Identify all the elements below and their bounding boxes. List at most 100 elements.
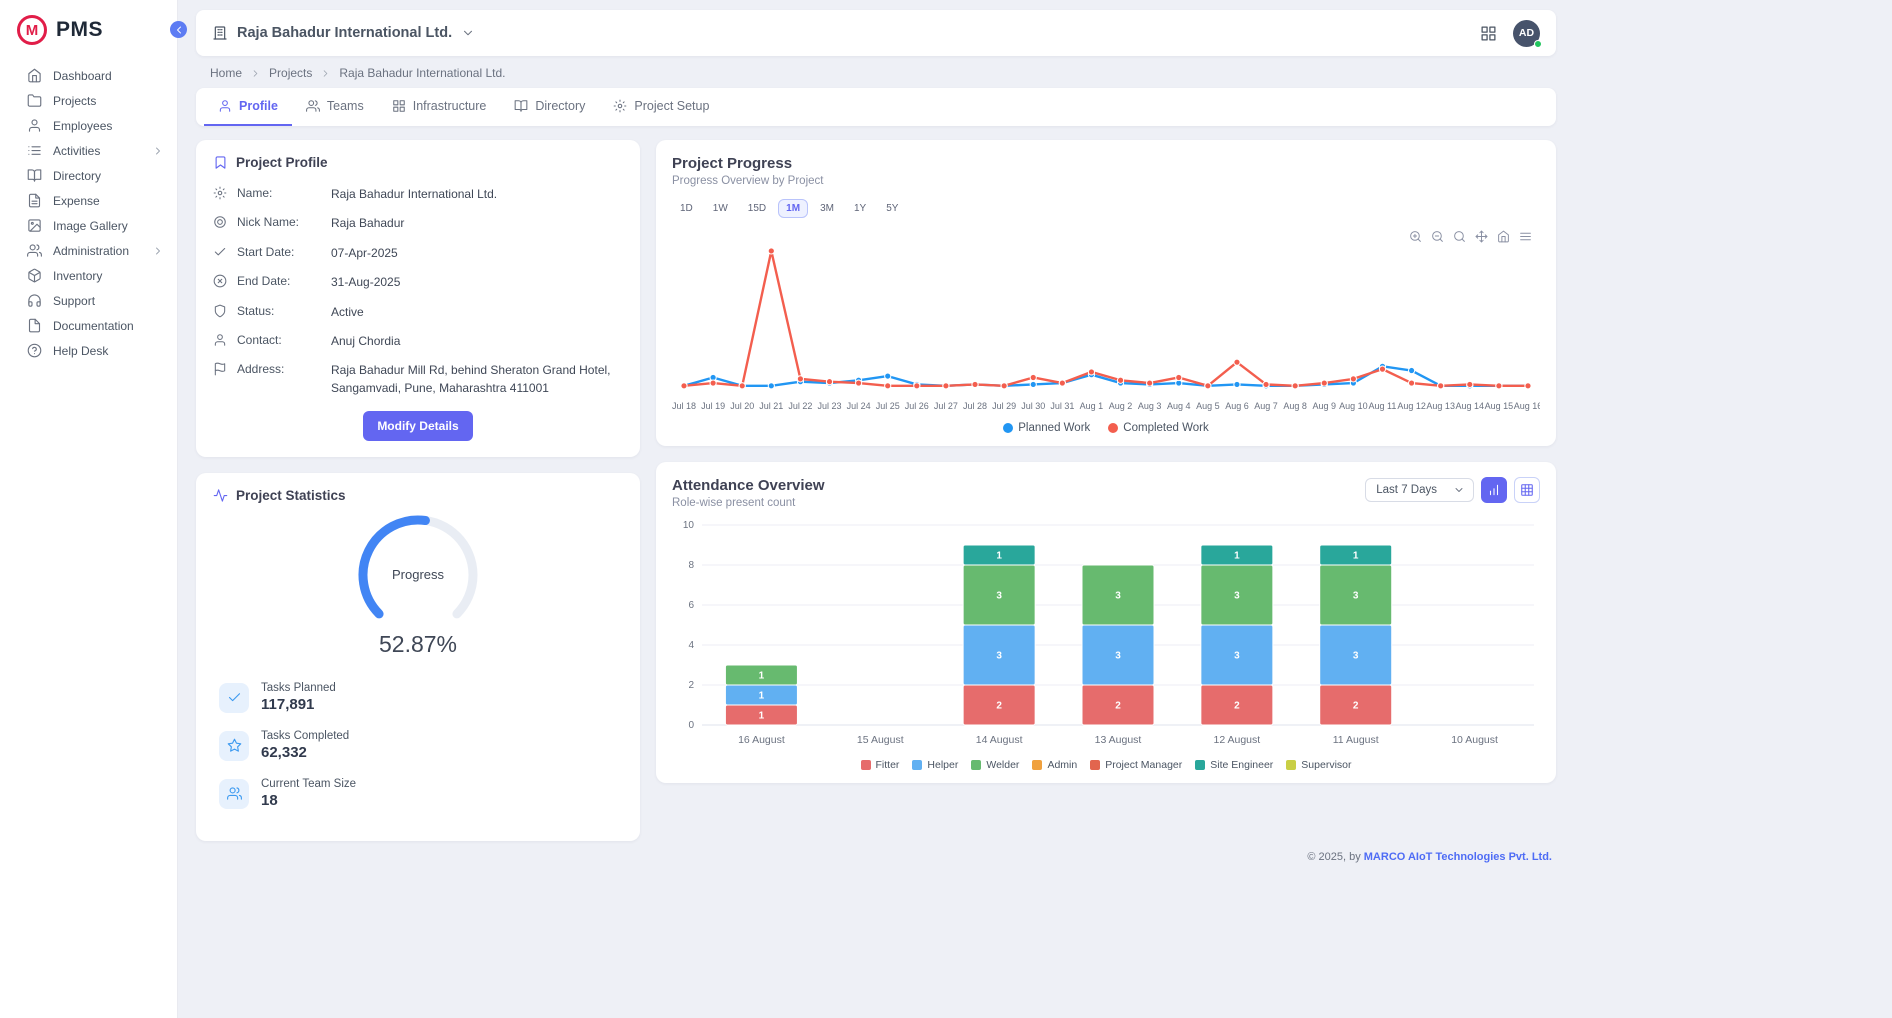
sidebar-item-directory[interactable]: Directory (0, 163, 177, 188)
range-3m[interactable]: 3M (812, 199, 842, 218)
sidebar-item-dashboard[interactable]: Dashboard (0, 63, 177, 88)
stat-item-current-team-size: Current Team Size18 (219, 778, 623, 809)
tab-label: Project Setup (634, 99, 709, 113)
svg-text:1: 1 (759, 711, 765, 722)
sidebar-item-documentation[interactable]: Documentation (0, 313, 177, 338)
svg-text:Aug 12: Aug 12 (1397, 401, 1426, 411)
field-value: Active (331, 303, 623, 321)
avatar[interactable]: AD (1513, 20, 1540, 47)
field-label: Nick Name: (237, 214, 321, 229)
svg-text:1: 1 (759, 671, 765, 682)
legend-item-project-manager[interactable]: Project Manager (1090, 759, 1182, 771)
user-icon (27, 118, 42, 133)
legend-item-fitter[interactable]: Fitter (861, 759, 900, 771)
svg-text:Jul 24: Jul 24 (847, 401, 871, 411)
legend-label: Completed Work (1123, 422, 1208, 434)
apps-grid-icon[interactable] (1480, 25, 1497, 42)
reset-zoom-icon[interactable] (1497, 230, 1510, 243)
project-progress-chart[interactable]: Jul 18Jul 19Jul 20Jul 21Jul 22Jul 23Jul … (672, 232, 1540, 418)
legend-label: Supervisor (1301, 759, 1351, 771)
sidebar-item-activities[interactable]: Activities (0, 138, 177, 163)
gear-icon (613, 99, 627, 113)
legend-swatch (1032, 760, 1042, 770)
range-5y[interactable]: 5Y (878, 199, 906, 218)
tab-infrastructure[interactable]: Infrastructure (378, 88, 501, 126)
pms-logo-icon: M (17, 15, 47, 45)
statistics-card-title: Project Statistics (236, 488, 346, 503)
tab-directory[interactable]: Directory (500, 88, 599, 126)
main-area: Raja Bahadur International Ltd. AD Home … (178, 0, 1892, 863)
book-icon (514, 99, 528, 113)
tab-project-setup[interactable]: Project Setup (599, 88, 723, 126)
sidebar-item-employees[interactable]: Employees (0, 113, 177, 138)
x-circle-icon (213, 274, 227, 288)
tab-label: Profile (239, 99, 278, 113)
tab-label: Directory (535, 99, 585, 113)
stat-label: Tasks Completed (261, 730, 349, 742)
sidebar-item-administration[interactable]: Administration (0, 238, 177, 263)
bar-chart-icon (1487, 483, 1501, 497)
svg-text:Aug 8: Aug 8 (1283, 401, 1307, 411)
chart-view-button[interactable] (1481, 477, 1507, 503)
range-1w[interactable]: 1W (705, 199, 736, 218)
range-1m[interactable]: 1M (778, 199, 808, 218)
sidebar-nav: Dashboard Projects Employees ActivitiesDire… (0, 63, 177, 363)
selection-zoom-icon[interactable] (1453, 230, 1466, 243)
progress-gauge: Progress (213, 513, 623, 629)
legend-item-welder[interactable]: Welder (971, 759, 1019, 771)
progress-card-title: Project Progress (672, 155, 1540, 172)
chart-line-icon (213, 488, 228, 503)
legend-item-supervisor[interactable]: Supervisor (1286, 759, 1351, 771)
user-icon (213, 333, 227, 347)
pan-icon[interactable] (1475, 230, 1488, 243)
sidebar-item-expense[interactable]: Expense (0, 188, 177, 213)
tab-teams[interactable]: Teams (292, 88, 378, 126)
modify-details-button[interactable]: Modify Details (363, 411, 472, 441)
legend-label: Project Manager (1105, 759, 1182, 771)
breadcrumb-projects[interactable]: Projects (269, 66, 312, 80)
sidebar-item-help-desk[interactable]: Help Desk (0, 338, 177, 363)
range-selector: 1D1W15D1M3M1Y5Y (672, 199, 1540, 218)
range-15d[interactable]: 15D (740, 199, 774, 218)
bookmark-icon (213, 155, 228, 170)
legend-item-admin[interactable]: Admin (1032, 759, 1077, 771)
stat-label: Tasks Planned (261, 682, 336, 694)
chevron-down-icon (461, 26, 475, 40)
legend-item-site-engineer[interactable]: Site Engineer (1195, 759, 1273, 771)
svg-text:4: 4 (688, 640, 694, 651)
svg-text:Aug 3: Aug 3 (1138, 401, 1162, 411)
sidebar-item-projects[interactable]: Projects (0, 88, 177, 113)
legend-item-completed-work[interactable]: Completed Work (1108, 422, 1208, 434)
footer-company-link[interactable]: MARCO AIoT Technologies Pvt. Ltd. (1364, 851, 1552, 863)
sidebar-item-inventory[interactable]: Inventory (0, 263, 177, 288)
attendance-chart[interactable]: 024681011116 August15 August233114 Augus… (672, 521, 1540, 753)
sidebar-item-image-gallery[interactable]: Image Gallery (0, 213, 177, 238)
breadcrumb: Home Projects Raja Bahadur International… (210, 66, 1556, 80)
table-view-button[interactable] (1514, 477, 1540, 503)
sidebar-collapse-button[interactable] (170, 21, 187, 38)
svg-text:13 August: 13 August (1095, 734, 1142, 746)
svg-text:Aug 4: Aug 4 (1167, 401, 1191, 411)
breadcrumb-home[interactable]: Home (210, 66, 242, 80)
menu-icon[interactable] (1519, 230, 1532, 243)
sidebar-item-support[interactable]: Support (0, 288, 177, 313)
legend-item-helper[interactable]: Helper (912, 759, 958, 771)
range-1d[interactable]: 1D (672, 199, 701, 218)
field-value: Raja Bahadur International Ltd. (331, 185, 623, 203)
svg-text:Jul 29: Jul 29 (992, 401, 1016, 411)
svg-text:14 August: 14 August (976, 734, 1023, 746)
company-selector[interactable]: Raja Bahadur International Ltd. (212, 25, 475, 41)
sidebar-item-label: Dashboard (53, 69, 112, 83)
legend-item-planned-work[interactable]: Planned Work (1003, 422, 1090, 434)
range-1y[interactable]: 1Y (846, 199, 874, 218)
tab-profile[interactable]: Profile (204, 88, 292, 126)
zoom-in-icon[interactable] (1409, 230, 1422, 243)
sidebar-item-label: Employees (53, 119, 112, 133)
svg-text:8: 8 (688, 560, 694, 571)
svg-text:3: 3 (1115, 591, 1121, 602)
shield-icon (213, 304, 227, 318)
zoom-out-icon[interactable] (1431, 230, 1444, 243)
legend-swatch (1195, 760, 1205, 770)
days-filter-select[interactable]: Last 7 Days (1365, 478, 1474, 502)
home-icon (27, 68, 42, 83)
